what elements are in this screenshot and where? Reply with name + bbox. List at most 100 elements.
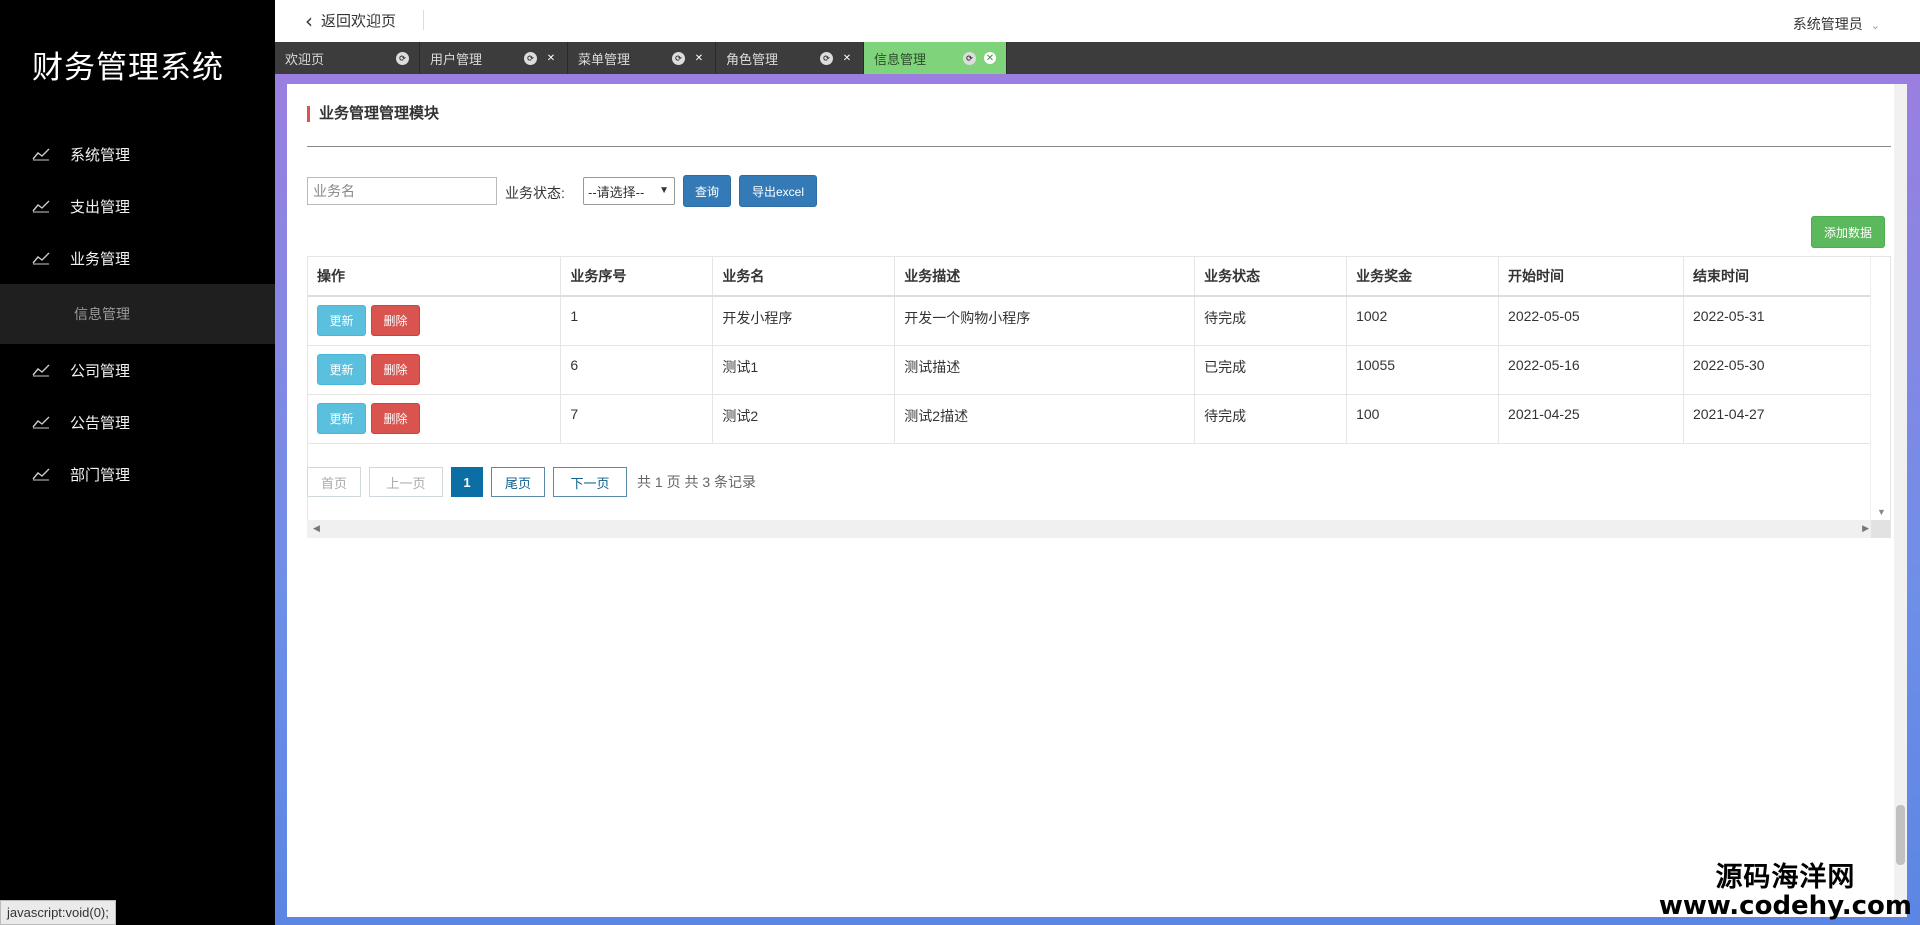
column-header: 业务奖金 xyxy=(1346,257,1500,297)
last-page-button[interactable]: 尾页 xyxy=(491,467,545,497)
horizontal-scrollbar[interactable]: ◀ ▶ xyxy=(307,520,1891,538)
table-header-row: 操作 业务序号 业务名 业务描述 业务状态 业务奖金 开始时间 结束时间 xyxy=(308,257,1873,297)
tab-welcome[interactable]: 欢迎页 ⟳ xyxy=(275,42,420,74)
cell-name: 测试2 xyxy=(712,394,896,444)
main-panel: 业务管理管理模块 业务状态: --请选择-- ▼ 查询 导出excel 添加数据… xyxy=(287,84,1907,917)
cell-description: 开发一个购物小程序 xyxy=(894,296,1196,346)
refresh-icon[interactable]: ⟳ xyxy=(820,51,833,65)
page-vertical-scrollbar[interactable] xyxy=(1894,84,1907,917)
scroll-left-arrow-icon[interactable]: ◀ xyxy=(313,523,320,534)
table-vertical-scrollbar[interactable]: ▼ xyxy=(1870,257,1890,535)
tab-label: 信息管理 xyxy=(874,51,927,67)
sidebar-item-label: 业务管理 xyxy=(70,250,131,268)
tab-role-management[interactable]: 角色管理 ⟳ ✕ xyxy=(716,42,864,74)
sidebar-item-label: 公告管理 xyxy=(70,414,131,432)
delete-button[interactable]: 删除 xyxy=(371,353,420,385)
refresh-icon[interactable]: ⟳ xyxy=(396,51,409,65)
add-data-button[interactable]: 添加数据 xyxy=(1811,216,1885,248)
scroll-down-arrow-icon[interactable]: ▼ xyxy=(1877,507,1886,517)
divider xyxy=(307,146,1891,147)
prev-page-button[interactable]: 上一页 xyxy=(369,467,443,497)
chart-line-icon xyxy=(32,415,50,429)
cell-start-time: 2021-04-25 xyxy=(1498,394,1684,444)
first-page-button[interactable]: 首页 xyxy=(307,467,361,497)
update-button[interactable]: 更新 xyxy=(317,305,366,336)
close-icon[interactable]: ✕ xyxy=(841,52,853,64)
cell-end-time: 2022-05-31 xyxy=(1683,296,1873,346)
row-actions: 更新 删除 xyxy=(308,296,562,346)
back-to-welcome-link[interactable]: ‹ 返回欢迎页 xyxy=(305,10,396,31)
watermark-url: www.codehy.com xyxy=(1658,891,1912,922)
cell-bonus: 1002 xyxy=(1346,296,1500,346)
cell-status: 待完成 xyxy=(1194,394,1348,444)
chart-line-icon xyxy=(32,363,50,377)
tab-info-management[interactable]: 信息管理 ⟳ ✕ xyxy=(864,42,1007,74)
user-menu[interactable]: 系统管理员 ⌄ xyxy=(1793,14,1880,34)
scroll-right-arrow-icon[interactable]: ▶ xyxy=(1862,523,1869,534)
cell-bonus: 100 xyxy=(1346,394,1500,444)
sidebar: 财务管理系统 系统管理 支出管理 业务管理 信息管理 公司管理 公告管理 部门管… xyxy=(0,0,275,925)
sidebar-item-expense[interactable]: 支出管理 xyxy=(0,180,275,232)
current-page[interactable]: 1 xyxy=(451,467,483,497)
refresh-icon[interactable]: ⟳ xyxy=(524,51,537,65)
column-header: 业务名 xyxy=(712,257,896,297)
close-icon[interactable]: ✕ xyxy=(984,52,996,64)
column-header: 业务序号 xyxy=(560,257,714,297)
sidebar-item-company[interactable]: 公司管理 xyxy=(0,344,275,396)
cell-status: 已完成 xyxy=(1194,345,1348,395)
chevron-down-icon: ▼ xyxy=(659,185,669,196)
delete-button[interactable]: 删除 xyxy=(371,305,420,336)
sidebar-item-system[interactable]: 系统管理 xyxy=(0,128,275,180)
chart-line-icon xyxy=(32,147,50,161)
chart-line-icon xyxy=(32,199,50,213)
cell-end-time: 2022-05-30 xyxy=(1683,345,1873,395)
chart-line-icon xyxy=(32,251,50,265)
refresh-icon[interactable]: ⟳ xyxy=(672,51,685,65)
chevron-down-icon: ⌄ xyxy=(1870,20,1880,32)
next-page-button[interactable]: 下一页 xyxy=(553,467,627,497)
back-link-label: 返回欢迎页 xyxy=(321,13,397,30)
cell-description: 测试2描述 xyxy=(894,394,1196,444)
pagination-info: 共 1 页 共 3 条记录 xyxy=(637,474,757,490)
refresh-icon[interactable]: ⟳ xyxy=(963,51,976,65)
tab-user-management[interactable]: 用户管理 ⟳ ✕ xyxy=(420,42,568,74)
cell-description: 测试描述 xyxy=(894,345,1196,395)
tab-bar: 欢迎页 ⟳ 用户管理 ⟳ ✕ 菜单管理 ⟳ ✕ 角色管理 ⟳ ✕ 信息管理 ⟳ … xyxy=(275,42,1920,74)
query-button[interactable]: 查询 xyxy=(683,175,731,207)
content-frame: 业务管理管理模块 业务状态: --请选择-- ▼ 查询 导出excel 添加数据… xyxy=(275,74,1920,925)
cell-name: 测试1 xyxy=(712,345,896,395)
table-row: 更新 删除 1 开发小程序 开发一个购物小程序 待完成 1002 2022-05-… xyxy=(308,296,1873,346)
status-filter-select[interactable]: --请选择-- ▼ xyxy=(583,177,675,205)
column-header: 开始时间 xyxy=(1498,257,1684,297)
column-header: 操作 xyxy=(308,257,562,297)
update-button[interactable]: 更新 xyxy=(317,402,366,434)
cell-id: 1 xyxy=(560,296,714,346)
cell-bonus: 10055 xyxy=(1346,345,1500,395)
watermark: 源码海洋网 www.codehy.com xyxy=(1659,863,1912,921)
cell-end-time: 2021-04-27 xyxy=(1683,394,1873,444)
delete-button[interactable]: 删除 xyxy=(371,402,420,434)
row-actions: 更新 删除 xyxy=(308,345,562,395)
column-header: 业务描述 xyxy=(894,257,1196,297)
sidebar-item-department[interactable]: 部门管理 xyxy=(0,448,275,500)
sidebar-subitem-info[interactable]: 信息管理 xyxy=(0,284,275,344)
tab-label: 角色管理 xyxy=(726,51,779,67)
chart-line-icon xyxy=(32,467,50,481)
tab-label: 用户管理 xyxy=(430,51,483,67)
status-filter-label: 业务状态: xyxy=(505,185,565,201)
close-icon[interactable]: ✕ xyxy=(545,52,557,64)
sidebar-item-business[interactable]: 业务管理 xyxy=(0,232,275,284)
cell-id: 7 xyxy=(560,394,714,444)
app-title: 财务管理系统 xyxy=(32,49,224,86)
update-button[interactable]: 更新 xyxy=(317,353,366,385)
sidebar-item-notice[interactable]: 公告管理 xyxy=(0,396,275,448)
sidebar-item-label: 系统管理 xyxy=(70,146,131,164)
close-icon[interactable]: ✕ xyxy=(693,52,705,64)
pagination: 首页 上一页 1 尾页 下一页 共 1 页 共 3 条记录 xyxy=(307,467,756,497)
tab-menu-management[interactable]: 菜单管理 ⟳ ✕ xyxy=(568,42,716,74)
export-excel-button[interactable]: 导出excel xyxy=(739,175,817,207)
user-name: 系统管理员 xyxy=(1792,16,1863,32)
business-name-search-input[interactable] xyxy=(307,177,497,205)
scrollbar-thumb[interactable] xyxy=(1896,805,1905,865)
page-title: 业务管理管理模块 xyxy=(307,106,439,122)
